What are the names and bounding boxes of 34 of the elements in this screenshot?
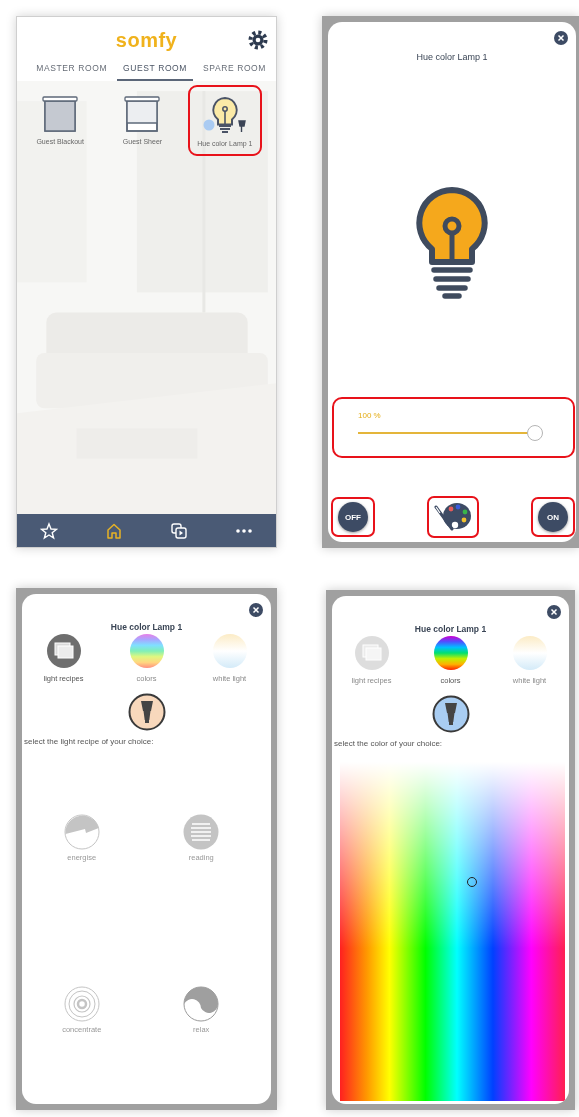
photo-stack-icon [354,636,389,670]
on-button[interactable]: ON [538,502,568,532]
palette-icon[interactable] [434,501,472,533]
rainbow-icon [433,636,468,670]
close-icon[interactable] [249,603,263,617]
photo-stack-icon [46,634,81,668]
room-tab[interactable]: SPARE ROOM [197,57,272,81]
target-icon [63,986,100,1022]
stacked-squares-icon[interactable] [169,521,188,540]
lines-circle-icon [183,814,220,850]
off-button[interactable]: OFF [338,502,368,532]
gradient-circle-icon [212,634,247,668]
yin-yang-icon [183,986,220,1022]
rainbow-icon [129,634,164,668]
window-blind-icon [124,95,161,133]
close-icon[interactable] [554,31,568,45]
close-icon[interactable] [547,605,561,619]
home-icon[interactable] [105,521,124,540]
settings-icon[interactable] [248,30,268,50]
dialog-title: Hue color Lamp 1 [415,52,489,62]
color-picker[interactable] [340,762,565,1101]
instruction-text: select the color of your choice: [333,738,444,748]
room-tab[interactable]: MASTER ROOM [30,57,114,81]
logo: somfy [115,28,178,52]
star-icon[interactable] [40,521,59,540]
instruction-text: select the light recipe of your choice: [23,736,155,746]
brightness-reading: 100 % [358,411,382,420]
lamp-icon [202,95,247,135]
dialog-title: Hue color Lamp 1 [413,624,488,634]
gradient-circle-icon [512,636,547,670]
slider-thumb[interactable] [527,425,543,441]
lightning-circle-icon [63,814,100,850]
window-blind-icon [42,95,79,133]
dialog-title: Hue color Lamp 1 [109,622,184,632]
